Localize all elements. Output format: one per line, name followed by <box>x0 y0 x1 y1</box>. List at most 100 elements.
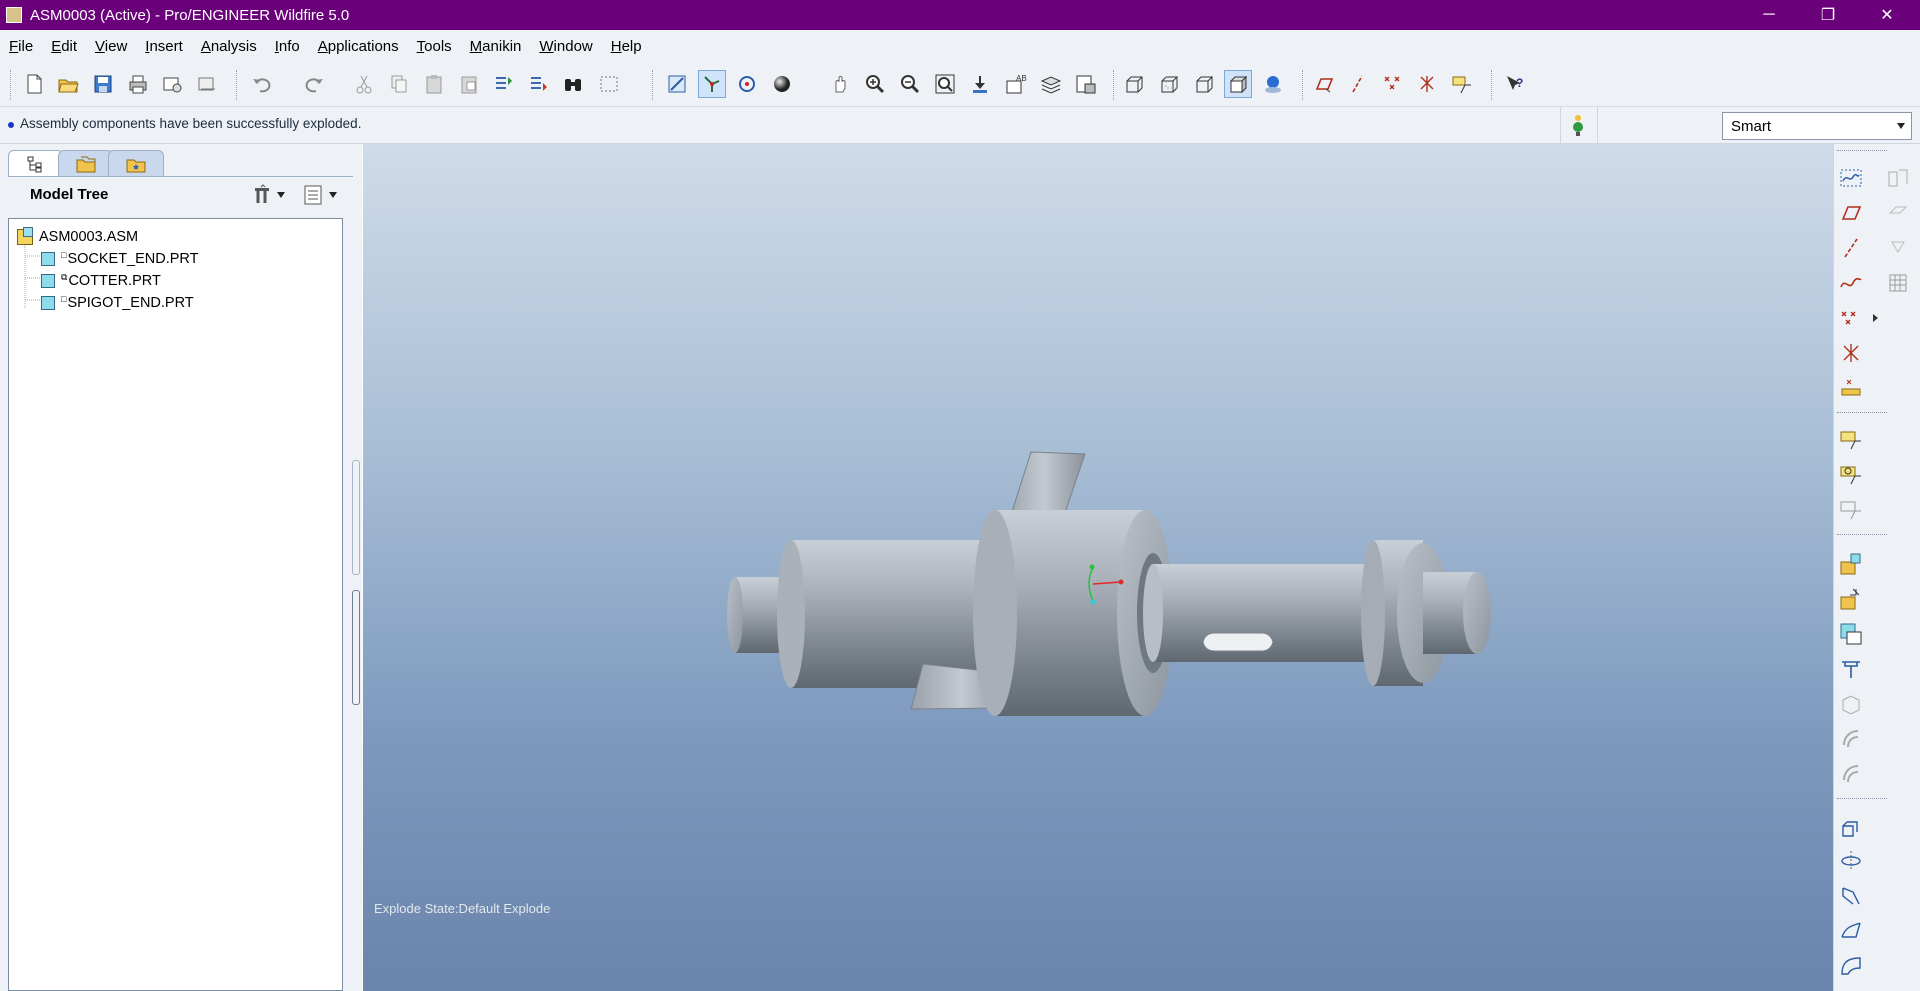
enhanced-realism-icon[interactable] <box>1259 70 1287 98</box>
restore-button[interactable]: ❐ <box>1799 0 1857 30</box>
menu-analysis[interactable]: Analysis <box>192 38 266 55</box>
menu-file[interactable]: File <box>0 38 42 55</box>
graphics-window[interactable]: Explode State:Default Explode <box>363 144 1833 991</box>
regenerate-icon[interactable] <box>489 70 517 98</box>
pattern-icon[interactable] <box>1884 269 1912 297</box>
cut-icon[interactable] <box>350 70 378 98</box>
spigot-shaft-end[interactable] <box>1143 564 1163 662</box>
menu-view[interactable]: View <box>86 38 136 55</box>
panel-sash[interactable] <box>352 460 362 705</box>
print-icon[interactable] <box>124 70 152 98</box>
find-icon[interactable] <box>559 70 587 98</box>
blend-icon[interactable] <box>1837 917 1865 945</box>
trim-icon[interactable] <box>1884 234 1912 262</box>
spin-center-icon[interactable] <box>698 70 726 98</box>
menu-insert[interactable]: Insert <box>136 38 192 55</box>
note-icon[interactable] <box>1837 426 1865 454</box>
coordinate-systems-icon[interactable] <box>1413 70 1441 98</box>
cut-feature-icon[interactable] <box>1837 655 1865 683</box>
spigot-end-face[interactable] <box>1463 572 1491 654</box>
save-icon[interactable] <box>89 70 117 98</box>
tab-folder-browser[interactable] <box>58 150 114 176</box>
datum-axes-icon[interactable] <box>1344 70 1372 98</box>
menu-applications[interactable]: Applications <box>309 38 408 55</box>
menu-tools[interactable]: Tools <box>408 38 461 55</box>
shading-icon[interactable] <box>768 70 796 98</box>
socket-body[interactable] <box>791 540 995 688</box>
datum-point-tool-icon[interactable] <box>1837 304 1865 332</box>
hidden-line-icon[interactable] <box>1155 70 1183 98</box>
tree-item-cotter[interactable]: ⧉ COTTER.PRT <box>41 271 161 291</box>
menu-window[interactable]: Window <box>530 38 601 55</box>
pan-icon[interactable] <box>826 70 854 98</box>
menu-info[interactable]: Info <box>266 38 309 55</box>
tree-item-root[interactable]: ASM0003.ASM <box>17 227 138 247</box>
tree-settings-button[interactable] <box>251 183 287 207</box>
socket-body-step[interactable] <box>777 540 805 688</box>
email-icon[interactable] <box>158 70 186 98</box>
reorient-icon[interactable] <box>966 70 994 98</box>
socket-collar-back[interactable] <box>973 510 1017 716</box>
close-button[interactable]: ✕ <box>1858 0 1916 30</box>
refit-icon[interactable] <box>931 70 959 98</box>
boundary-blend-icon[interactable] <box>1837 952 1865 980</box>
spigot-collar-back[interactable] <box>1361 540 1385 686</box>
saved-views-icon[interactable]: AB <box>1002 70 1030 98</box>
repaint-icon[interactable] <box>663 70 691 98</box>
new-file-icon[interactable] <box>20 70 48 98</box>
context-help-icon[interactable]: ? <box>1501 70 1529 98</box>
traffic-light-icon[interactable] <box>1571 113 1585 137</box>
wireframe-icon[interactable] <box>1120 70 1148 98</box>
copy-icon[interactable] <box>385 70 413 98</box>
annotation-element-icon[interactable] <box>1837 496 1865 524</box>
draft-icon[interactable] <box>1837 812 1865 840</box>
surface-finish-icon[interactable] <box>1837 461 1865 489</box>
package-component-icon[interactable] <box>1837 620 1865 648</box>
shaded-icon[interactable] <box>1224 70 1252 98</box>
datum-points-icon[interactable] <box>1379 70 1407 98</box>
view-manager-icon[interactable] <box>1072 70 1100 98</box>
datum-curve-tool-icon[interactable] <box>1837 269 1865 297</box>
exploded-assembly-model[interactable] <box>363 144 1833 991</box>
layers-icon[interactable] <box>1037 70 1065 98</box>
paste-special-icon[interactable] <box>455 70 483 98</box>
tree-item-socket-end[interactable]: □ SOCKET_END.PRT <box>41 249 199 269</box>
orient-mode-icon[interactable] <box>733 70 761 98</box>
tab-model-tree[interactable] <box>8 150 64 176</box>
revolve-disabled-icon[interactable] <box>1837 725 1865 753</box>
socket-stub-face[interactable] <box>727 577 743 653</box>
datum-planes-icon[interactable] <box>1309 70 1337 98</box>
assemble-component-icon[interactable] <box>1837 550 1865 578</box>
sweep-disabled-icon[interactable] <box>1837 760 1865 788</box>
undo-icon[interactable] <box>248 70 276 98</box>
select-box-icon[interactable] <box>595 70 623 98</box>
open-file-icon[interactable] <box>54 70 82 98</box>
sketch-tool-icon[interactable] <box>1837 164 1865 192</box>
tab-favorites[interactable] <box>108 150 164 176</box>
datum-plane-tool-icon[interactable] <box>1837 199 1865 227</box>
coordinate-system-tool-icon[interactable] <box>1837 339 1865 367</box>
spigot-slot[interactable] <box>1202 632 1274 652</box>
menu-edit[interactable]: Edit <box>42 38 86 55</box>
merge-icon[interactable] <box>1884 199 1912 227</box>
regeneration-manager-icon[interactable] <box>524 70 552 98</box>
no-hidden-icon[interactable] <box>1190 70 1218 98</box>
redo-icon[interactable] <box>300 70 328 98</box>
create-component-icon[interactable] <box>1837 585 1865 613</box>
flyout-arrow-icon[interactable] <box>1869 304 1881 332</box>
selection-filter-select[interactable]: Smart <box>1722 112 1912 140</box>
sash-handle[interactable] <box>352 590 360 705</box>
analysis-feature-icon[interactable] <box>1837 374 1865 402</box>
email-link-icon[interactable] <box>193 70 221 98</box>
sash-handle[interactable] <box>352 460 360 575</box>
annotations-icon[interactable] <box>1448 70 1476 98</box>
show-menu-button[interactable] <box>303 183 343 207</box>
zoom-out-icon[interactable] <box>896 70 924 98</box>
extrude-disabled-icon[interactable] <box>1837 690 1865 718</box>
revolve-icon[interactable] <box>1837 847 1865 875</box>
zoom-in-icon[interactable] <box>861 70 889 98</box>
tree-item-spigot-end[interactable]: □ SPIGOT_END.PRT <box>41 293 194 313</box>
datum-axis-tool-icon[interactable] <box>1837 234 1865 262</box>
minimize-button[interactable]: ─ <box>1740 0 1798 30</box>
sweep-icon[interactable] <box>1837 882 1865 910</box>
